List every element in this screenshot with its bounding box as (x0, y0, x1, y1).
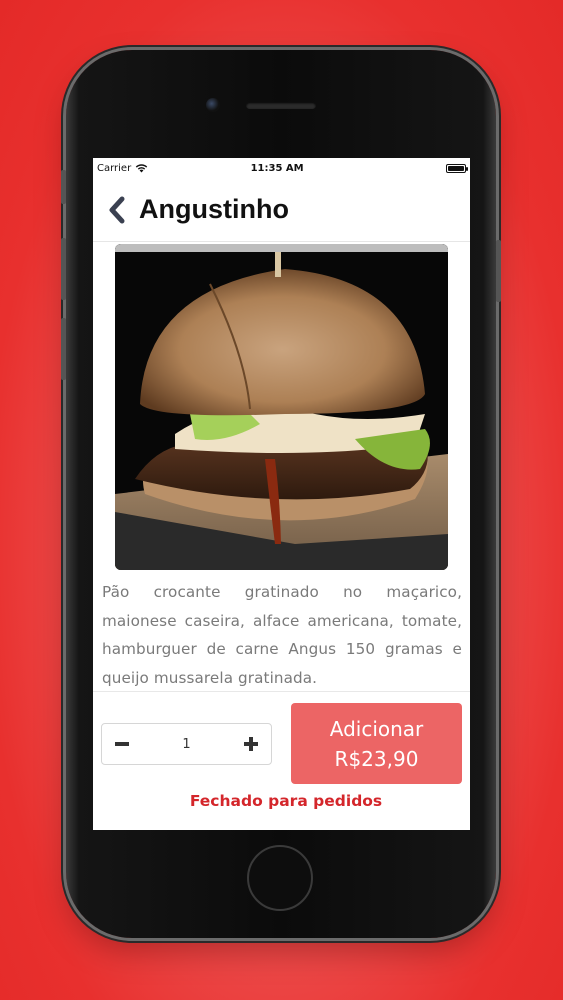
product-photo (115, 244, 448, 570)
status-bar: Carrier 11:35 AM (93, 158, 470, 178)
volume-up-button (61, 238, 66, 300)
back-chevron-icon[interactable] (107, 196, 129, 224)
earpiece-speaker (246, 102, 316, 109)
increase-button[interactable] (243, 736, 259, 752)
wifi-icon (136, 163, 148, 172)
closed-status-message: Fechado para pedidos (189, 792, 383, 810)
phone-frame: Carrier 11:35 AM Angustinho Pão crocante… (61, 50, 501, 938)
battery-icon (446, 163, 468, 173)
mute-switch (61, 170, 66, 204)
quantity-stepper: 1 (101, 723, 272, 765)
product-description: Pão crocante gratinado no maçarico, maio… (102, 583, 462, 687)
power-button (496, 240, 501, 302)
page-title: Angustinho (139, 194, 289, 224)
app-screen: Carrier 11:35 AM Angustinho Pão crocante… (93, 158, 470, 830)
add-to-order-button[interactable]: Adicionar R$23,90 (291, 703, 462, 784)
divider (93, 691, 470, 692)
carrier-label: Carrier (97, 162, 132, 174)
decrease-button[interactable] (114, 736, 130, 752)
quantity-value: 1 (182, 736, 191, 752)
add-button-label: Adicionar (329, 716, 424, 741)
volume-down-button (61, 318, 66, 380)
front-camera (206, 98, 220, 112)
clock: 11:35 AM (250, 162, 304, 174)
home-button[interactable] (247, 845, 313, 911)
navigation-bar: Angustinho (93, 178, 470, 242)
add-button-price: R$23,90 (334, 746, 419, 771)
minus-icon (115, 742, 129, 746)
